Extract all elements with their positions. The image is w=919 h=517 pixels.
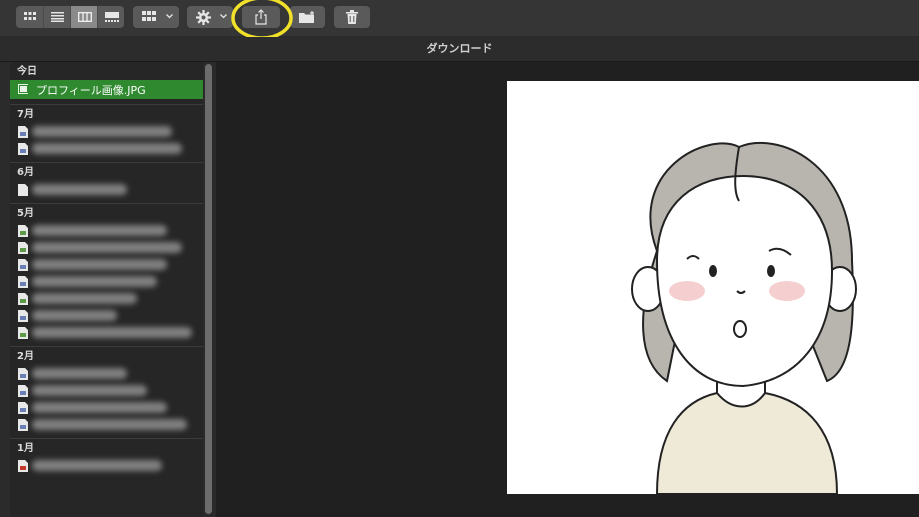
document-icon	[18, 402, 28, 414]
document-icon	[18, 225, 28, 237]
group-header: 7月	[17, 109, 34, 120]
group-header: 5月	[17, 208, 34, 219]
trash-button[interactable]	[334, 6, 370, 28]
grid-icon	[23, 12, 36, 20]
list-item[interactable]	[10, 181, 203, 198]
window-title: ダウンロード	[0, 37, 919, 62]
trash-icon	[346, 10, 358, 24]
blurred-file-name	[32, 259, 167, 270]
blurred-file-name	[32, 460, 162, 471]
list-item[interactable]	[10, 123, 203, 140]
group-header: 2月	[17, 351, 34, 362]
blurred-file-name	[32, 184, 127, 195]
file-name: プロフィール画像.JPG	[36, 84, 146, 97]
blurred-file-name	[32, 402, 167, 413]
columns-icon	[77, 12, 92, 22]
document-icon	[18, 385, 28, 397]
action-button[interactable]	[187, 6, 233, 28]
list-icon	[51, 12, 64, 22]
gear-icon	[196, 10, 211, 25]
list-view-button[interactable]	[43, 6, 71, 28]
document-icon	[18, 259, 28, 271]
document-icon	[18, 242, 28, 254]
gallery-icon	[104, 12, 119, 22]
document-icon	[18, 310, 28, 322]
document-icon	[18, 126, 28, 138]
new-folder-button[interactable]	[290, 6, 325, 28]
list-item[interactable]	[10, 140, 203, 157]
blurred-file-name	[32, 143, 182, 154]
chevron-down-icon	[220, 14, 227, 19]
blurred-file-name	[32, 276, 157, 287]
list-item[interactable]	[10, 324, 203, 341]
list-item[interactable]	[10, 399, 203, 416]
gallery-view-button[interactable]	[97, 6, 125, 28]
blurred-file-name	[32, 310, 117, 321]
group-header: 6月	[17, 167, 34, 178]
icon-view-button[interactable]	[16, 6, 43, 28]
list-item[interactable]	[10, 416, 203, 433]
scrollbar-thumb[interactable]	[205, 64, 212, 514]
blurred-file-name	[32, 293, 137, 304]
view-mode-control	[16, 6, 124, 28]
list-item[interactable]	[10, 273, 203, 290]
document-icon	[18, 419, 28, 431]
blurred-file-name	[32, 368, 127, 379]
group-june: 6月	[10, 163, 203, 204]
list-item[interactable]	[10, 307, 203, 324]
column-view-button[interactable]	[70, 6, 98, 28]
group-today: 今日 プロフィール画像.JPG	[10, 62, 203, 105]
grid-group-icon	[142, 11, 156, 21]
document-icon	[18, 368, 28, 380]
list-item[interactable]	[10, 365, 203, 382]
toolbar	[0, 0, 919, 40]
document-icon	[18, 293, 28, 305]
blurred-file-name	[32, 126, 172, 137]
document-icon	[18, 276, 28, 288]
blurred-file-name	[32, 385, 147, 396]
list-item[interactable]	[10, 457, 203, 474]
group-header: 今日	[17, 66, 37, 77]
blurred-file-name	[32, 327, 192, 338]
blurred-file-name	[32, 419, 187, 430]
file-list-column: 今日 プロフィール画像.JPG 7月 6月 5月 2月 1月	[10, 62, 203, 517]
pdf-file-icon	[18, 460, 28, 472]
document-icon	[18, 143, 28, 155]
list-item[interactable]	[10, 290, 203, 307]
chevron-down-icon	[166, 14, 173, 19]
document-icon	[18, 184, 28, 196]
group-february: 2月	[10, 347, 203, 439]
group-by-button[interactable]	[133, 6, 179, 28]
group-may: 5月	[10, 204, 203, 347]
blurred-file-name	[32, 242, 182, 253]
group-january: 1月	[10, 439, 203, 474]
document-icon	[18, 327, 28, 339]
list-item-selected[interactable]: プロフィール画像.JPG	[10, 80, 203, 99]
new-folder-icon	[299, 11, 314, 23]
list-item[interactable]	[10, 382, 203, 399]
list-item[interactable]	[10, 222, 203, 239]
blurred-file-name	[32, 225, 167, 236]
left-edge-strip	[0, 62, 10, 517]
group-header: 1月	[17, 443, 34, 454]
group-july: 7月	[10, 105, 203, 163]
list-item[interactable]	[10, 256, 203, 273]
portrait-illustration	[631, 142, 857, 495]
list-item[interactable]	[10, 239, 203, 256]
image-preview	[507, 81, 919, 495]
image-file-icon	[18, 84, 28, 94]
